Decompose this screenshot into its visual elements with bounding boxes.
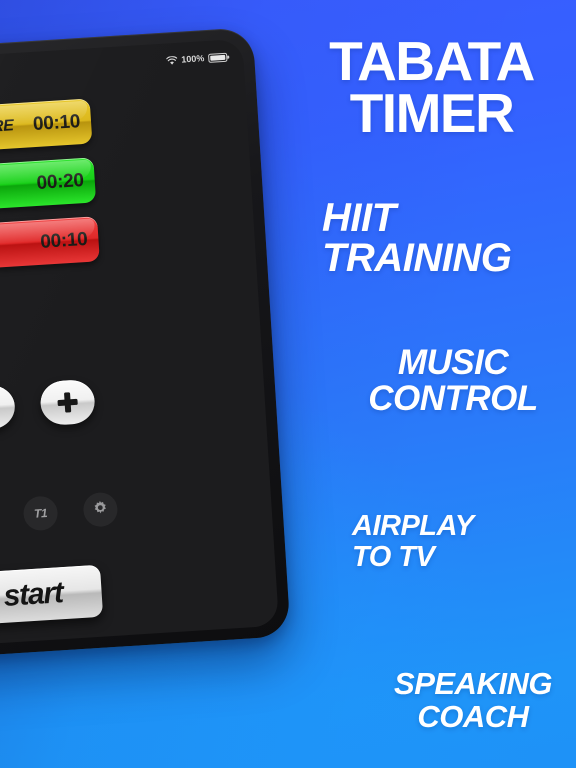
feature-airplay: AIRPLAY TO TV xyxy=(352,510,474,573)
timer-row-value: 00:10 xyxy=(32,110,81,135)
decrement-button[interactable] xyxy=(0,383,17,432)
tablet-device: 100% PREPARE 00:10 WORK 00:20 REST 00:10 xyxy=(0,27,291,663)
battery-full-icon xyxy=(207,52,228,63)
battery-percent-label: 100% xyxy=(180,53,205,65)
timer-rows: PREPARE 00:10 WORK 00:20 REST 00:10 xyxy=(0,98,100,272)
device-body: 100% PREPARE 00:10 WORK 00:20 REST 00:10 xyxy=(0,27,291,663)
timer-row-value: 00:10 xyxy=(39,228,89,253)
start-button[interactable]: start xyxy=(0,564,104,626)
timer-row-prepare[interactable]: PREPARE 00:10 xyxy=(0,98,93,154)
plus-icon xyxy=(57,392,78,413)
device-screen: 100% PREPARE 00:10 WORK 00:20 REST 00:10 xyxy=(0,38,280,652)
timer-row-value: 00:20 xyxy=(36,169,85,194)
timer-row-work[interactable]: WORK 00:20 xyxy=(0,157,97,213)
increment-button[interactable] xyxy=(39,378,96,427)
stepper-controls xyxy=(0,378,96,432)
page-title: TABATA TIMER xyxy=(329,30,535,144)
feature-music: MUSIC CONTROL xyxy=(368,343,538,419)
tabata-preset-button[interactable]: T1 xyxy=(22,495,59,532)
wifi-icon xyxy=(166,55,178,65)
feature-hiit: HIIT TRAINING xyxy=(322,196,512,280)
settings-button[interactable] xyxy=(82,491,119,528)
start-button-label: start xyxy=(2,576,64,613)
secondary-controls: T1 xyxy=(0,491,119,536)
preset-label: T1 xyxy=(33,505,48,521)
timer-row-rest[interactable]: REST 00:10 xyxy=(0,216,100,272)
feature-coach: SPEAKING COACH xyxy=(394,666,552,734)
gear-icon xyxy=(92,499,109,521)
status-bar: 100% xyxy=(166,50,228,68)
timer-row-label: PREPARE xyxy=(0,116,15,139)
